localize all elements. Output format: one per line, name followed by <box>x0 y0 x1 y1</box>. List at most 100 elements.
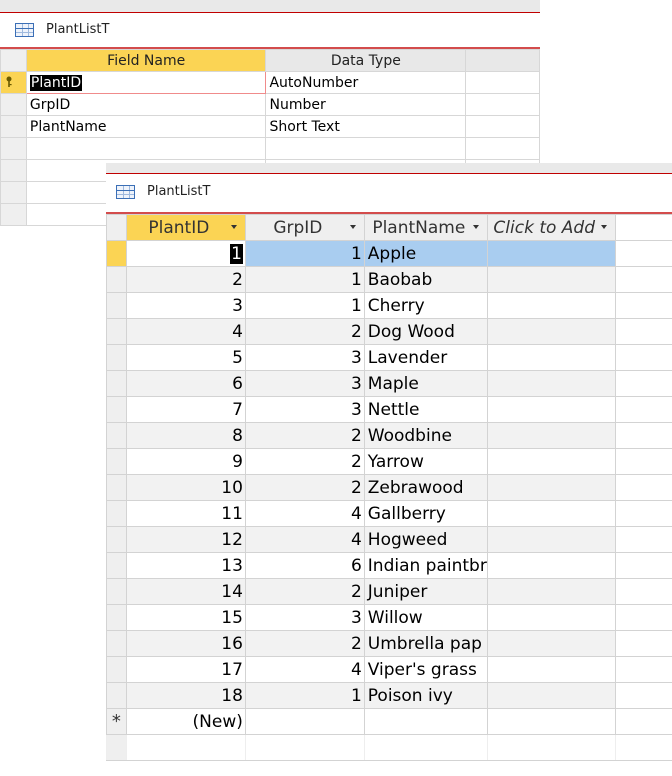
cell-click-to-add[interactable] <box>486 578 616 605</box>
cell-click-to-add[interactable] <box>486 422 616 449</box>
data-type-cell[interactable]: Number <box>265 93 467 116</box>
cell-plantname[interactable]: Cherry <box>363 292 488 319</box>
dropdown-arrow-icon[interactable] <box>600 225 607 229</box>
cell-plantid[interactable]: 3 <box>125 292 246 319</box>
data-type-cell[interactable]: Short Text <box>265 115 467 138</box>
cell-click-to-add[interactable] <box>486 474 616 501</box>
cell-click-to-add[interactable] <box>486 604 616 631</box>
cell-grpid[interactable]: 1 <box>244 292 365 319</box>
new-record-label[interactable]: (New) <box>125 708 246 735</box>
cell-plantname[interactable]: Lavender <box>363 344 488 371</box>
cell-grpid[interactable]: 3 <box>244 370 365 397</box>
design-row[interactable]: GrpID Number <box>0 93 540 116</box>
cell-plantid[interactable]: 4 <box>125 318 246 345</box>
table-row[interactable]: 18 1 Poison ivy <box>106 682 672 709</box>
table-row[interactable]: 13 6 Indian paintbr <box>106 552 672 579</box>
cell-plantid[interactable]: 15 <box>125 604 246 631</box>
record-selector[interactable] <box>106 422 127 449</box>
dropdown-arrow-icon[interactable] <box>349 225 356 229</box>
record-selector[interactable] <box>106 552 127 579</box>
field-name-cell[interactable]: PlantID <box>25 71 267 94</box>
cell-plantid[interactable]: 2 <box>125 266 246 293</box>
cell-grpid[interactable]: 4 <box>244 656 365 683</box>
select-all-corner[interactable] <box>106 214 127 241</box>
table-row[interactable]: 4 2 Dog Wood <box>106 318 672 345</box>
cell-grpid[interactable]: 1 <box>244 240 365 267</box>
table-row[interactable]: 3 1 Cherry <box>106 292 672 319</box>
table-row[interactable]: 8 2 Woodbine <box>106 422 672 449</box>
datasheet-view-tab[interactable]: PlantListT <box>116 184 210 199</box>
cell-plantname[interactable]: Willow <box>363 604 488 631</box>
field-name-cell[interactable]: PlantName <box>25 115 267 138</box>
design-row-empty[interactable] <box>0 137 540 160</box>
cell-click-to-add[interactable] <box>486 552 616 579</box>
description-cell[interactable] <box>465 93 540 116</box>
record-selector[interactable] <box>106 344 127 371</box>
description-cell[interactable] <box>465 115 540 138</box>
record-selector[interactable] <box>106 656 127 683</box>
cell-plantid[interactable]: 7 <box>125 396 246 423</box>
record-selector[interactable] <box>106 578 127 605</box>
cell-plantid[interactable]: 14 <box>125 578 246 605</box>
cell-grpid[interactable]: 2 <box>244 630 365 657</box>
cell-grpid[interactable]: 4 <box>244 500 365 527</box>
cell-plantid[interactable]: 9 <box>125 448 246 475</box>
record-selector[interactable] <box>106 240 127 267</box>
cell-plantname[interactable]: Woodbine <box>363 422 488 449</box>
column-header-plantname[interactable]: PlantName <box>363 214 488 241</box>
table-row[interactable]: 2 1 Baobab <box>106 266 672 293</box>
cell-grpid[interactable]: 3 <box>244 604 365 631</box>
cell-plantname[interactable]: Poison ivy <box>363 682 488 709</box>
cell-plantid[interactable]: 10 <box>125 474 246 501</box>
cell-plantname[interactable]: Umbrella pap <box>363 630 488 657</box>
cell-click-to-add[interactable] <box>486 370 616 397</box>
record-selector[interactable] <box>106 474 127 501</box>
field-name-cell[interactable]: GrpID <box>25 93 267 116</box>
table-row[interactable]: 12 4 Hogweed <box>106 526 672 553</box>
cell-plantname[interactable]: Gallberry <box>363 500 488 527</box>
data-type-cell[interactable]: AutoNumber <box>265 71 467 94</box>
record-selector[interactable] <box>106 448 127 475</box>
design-view-tab[interactable]: PlantListT <box>15 22 109 37</box>
cell-plantid[interactable]: 8 <box>125 422 246 449</box>
cell-click-to-add[interactable] <box>486 240 616 267</box>
table-row[interactable]: 9 2 Yarrow <box>106 448 672 475</box>
cell-plantid[interactable]: 16 <box>125 630 246 657</box>
cell-grpid[interactable]: 3 <box>244 344 365 371</box>
cell-plantname[interactable]: Indian paintbr <box>363 552 488 579</box>
data-type-cell[interactable] <box>265 137 467 160</box>
field-name-cell[interactable] <box>25 137 267 160</box>
cell-click-to-add[interactable] <box>486 526 616 553</box>
table-row[interactable]: 15 3 Willow <box>106 604 672 631</box>
cell-click-to-add[interactable] <box>486 630 616 657</box>
cell-click-to-add[interactable] <box>486 344 616 371</box>
record-selector[interactable] <box>106 292 127 319</box>
cell-grpid[interactable]: 1 <box>244 266 365 293</box>
cell-plantid[interactable]: 13 <box>125 552 246 579</box>
cell-grpid[interactable]: 2 <box>244 578 365 605</box>
description-cell[interactable] <box>465 137 540 160</box>
cell-plantname[interactable]: Baobab <box>363 266 488 293</box>
row-selector[interactable] <box>0 203 27 226</box>
row-selector[interactable] <box>0 181 27 204</box>
cell-plantname[interactable]: Juniper <box>363 578 488 605</box>
cell-plantname[interactable]: Apple <box>363 240 488 267</box>
table-row[interactable]: 14 2 Juniper <box>106 578 672 605</box>
cell-click-to-add[interactable] <box>486 500 616 527</box>
row-selector[interactable] <box>0 71 27 94</box>
column-header-click-to-add[interactable]: Click to Add <box>486 214 616 241</box>
cell-plantid[interactable]: 1 <box>125 240 246 267</box>
cell-click-to-add[interactable] <box>486 318 616 345</box>
cell-plantname[interactable] <box>363 708 488 735</box>
table-row[interactable]: 7 3 Nettle <box>106 396 672 423</box>
cell-grpid[interactable]: 2 <box>244 474 365 501</box>
cell-click-to-add[interactable] <box>486 266 616 293</box>
cell-plantname[interactable]: Hogweed <box>363 526 488 553</box>
cell-click-to-add[interactable] <box>486 708 616 735</box>
record-selector[interactable] <box>106 630 127 657</box>
cell-plantid[interactable]: 12 <box>125 526 246 553</box>
row-selector[interactable] <box>0 115 27 138</box>
table-row[interactable]: 17 4 Viper's grass <box>106 656 672 683</box>
cell-click-to-add[interactable] <box>486 448 616 475</box>
row-selector[interactable] <box>0 93 27 116</box>
